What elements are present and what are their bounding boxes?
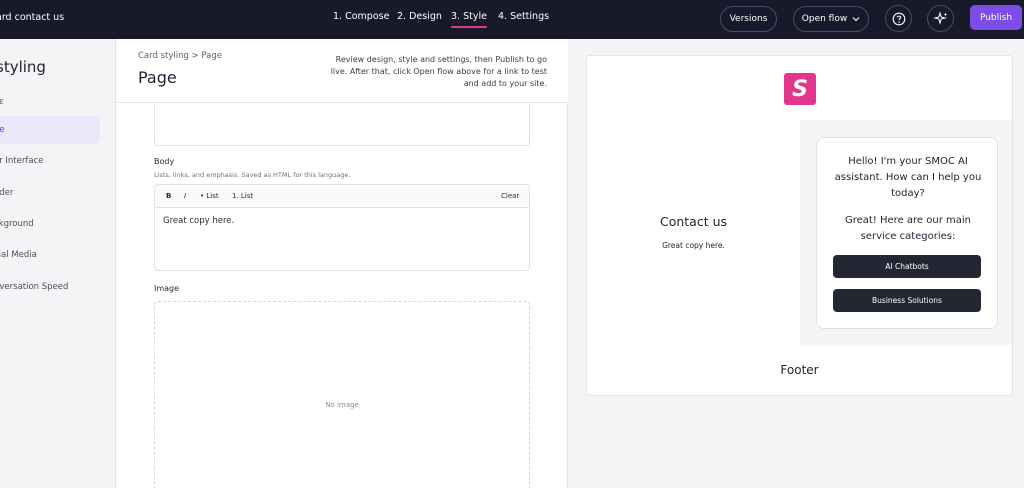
- flow-title: ard contact us: [0, 12, 65, 23]
- preview-heading: Contact us: [659, 214, 728, 229]
- styling-sidebar: styling CE ge er Interface ader ckground…: [0, 39, 116, 488]
- tab-settings[interactable]: 4. Settings: [498, 11, 549, 22]
- sidebar-section-label: CE: [0, 98, 5, 106]
- numbered-list-button[interactable]: 1. List: [232, 192, 253, 200]
- sparkle-icon: [932, 10, 947, 25]
- assistant-greeting: Hello! I'm your SMOC AI assistant. How c…: [834, 156, 982, 199]
- sidebar-item-conversation-speed[interactable]: nversation Speed: [0, 273, 100, 301]
- preview-footer: Footer: [780, 363, 819, 377]
- body-help-text: Lists, links, and emphasis. Saved as HTM…: [154, 171, 351, 179]
- body-rich-text-editor[interactable]: B I • List 1. List Clear Great copy here…: [154, 184, 530, 271]
- preview-body: Great copy here.: [662, 241, 725, 250]
- chat-card: Hello! I'm your SMOC AI assistant. How c…: [816, 137, 998, 329]
- tab-compose[interactable]: 1. Compose: [333, 11, 389, 22]
- no-image-placeholder: No image: [325, 401, 359, 409]
- italic-button[interactable]: I: [184, 192, 186, 200]
- open-flow-button[interactable]: Open flow: [793, 6, 869, 32]
- open-flow-label: Open flow: [801, 14, 848, 24]
- sidebar-item-page[interactable]: ge: [0, 116, 100, 144]
- help-button[interactable]: [885, 5, 912, 32]
- bullet-list-button[interactable]: • List: [200, 192, 219, 200]
- tab-style[interactable]: 3. Style: [451, 11, 487, 28]
- option-ai-chatbots[interactable]: AI Chatbots: [833, 255, 981, 278]
- image-dropzone[interactable]: No image: [154, 301, 530, 488]
- tab-design[interactable]: 2. Design: [397, 11, 442, 22]
- page-editor: Body Lists, links, and emphasis. Saved a…: [116, 39, 568, 488]
- brand-logo: S: [784, 73, 816, 105]
- bold-button[interactable]: B: [166, 192, 171, 200]
- sidebar-item-header[interactable]: ader: [0, 179, 100, 207]
- body-text-content[interactable]: Great copy here.: [163, 216, 234, 226]
- body-label: Body: [154, 157, 175, 166]
- ai-assist-button[interactable]: [927, 5, 954, 32]
- chevron-down-icon: [852, 17, 860, 22]
- sidebar-heading: styling: [0, 58, 46, 76]
- option-business-solutions[interactable]: Business Solutions: [833, 289, 981, 312]
- clear-button[interactable]: Clear: [501, 192, 519, 200]
- editor-header: Card styling > Page Page Review design, …: [116, 39, 568, 103]
- sidebar-item-background[interactable]: ckground: [0, 210, 100, 238]
- top-bar: ard contact us 1. Compose 2. Design 3. S…: [0, 0, 1024, 39]
- sidebar-item-user-interface[interactable]: er Interface: [0, 147, 100, 175]
- versions-button[interactable]: Versions: [720, 6, 777, 32]
- breadcrumb[interactable]: Card styling > Page: [138, 51, 222, 61]
- versions-label: Versions: [729, 14, 768, 24]
- card-preview: S Contact us Great copy here. Hello! I'm…: [586, 55, 1013, 396]
- sidebar-item-social-media[interactable]: cial Media: [0, 241, 100, 269]
- publish-button[interactable]: Publish: [970, 5, 1022, 30]
- assistant-follow-up: Great! Here are our main service categor…: [844, 215, 971, 242]
- rich-text-toolbar: B I • List 1. List Clear: [155, 185, 529, 208]
- publish-hint: Review design, style and settings, then …: [330, 55, 547, 88]
- help-icon: [892, 12, 905, 25]
- page-title: Page: [138, 68, 177, 87]
- previous-field-box[interactable]: [154, 103, 530, 146]
- image-label: Image: [154, 284, 180, 293]
